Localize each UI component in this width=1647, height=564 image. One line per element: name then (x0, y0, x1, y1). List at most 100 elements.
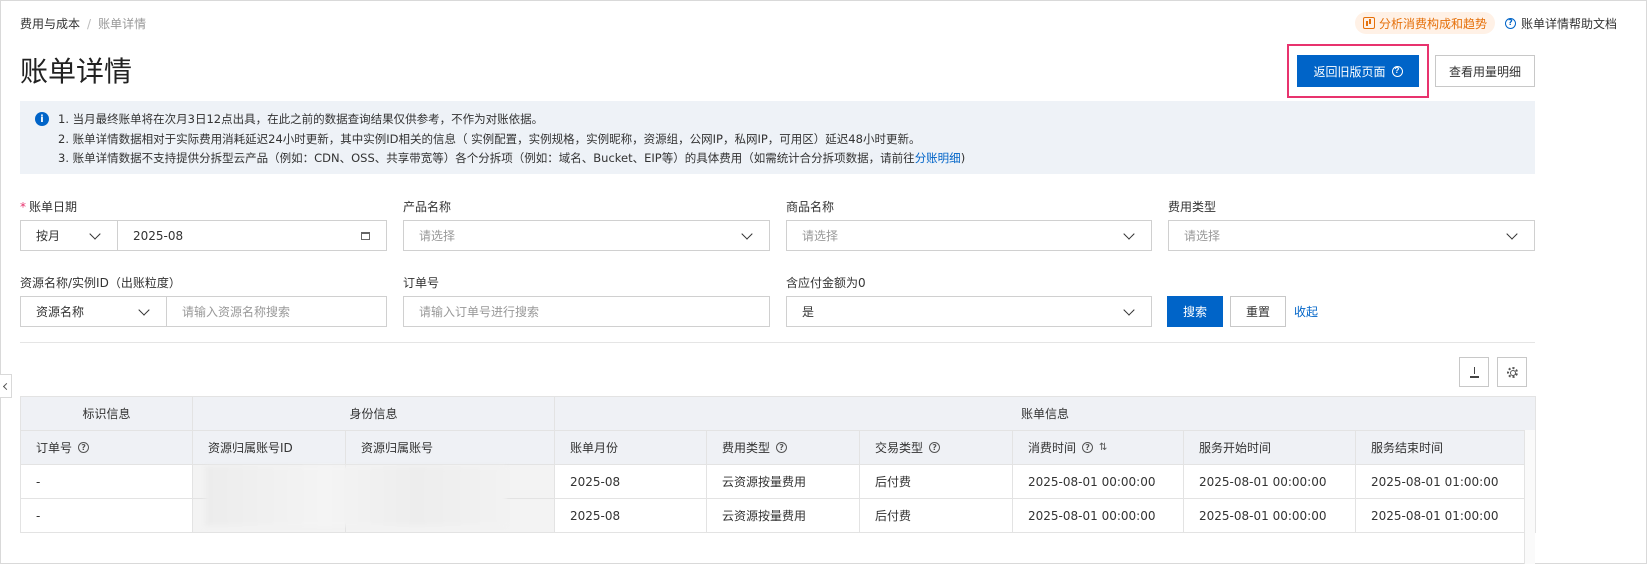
order-no-input[interactable]: 请输入订单号进行搜索 (403, 296, 770, 327)
breadcrumb-root-link[interactable]: 费用与成本 (20, 15, 80, 32)
divider (20, 342, 1535, 343)
cell-order-no: - (20, 498, 193, 533)
cost-type-select[interactable]: 请选择 (1168, 220, 1535, 251)
column-header-cost-type[interactable]: 费用类型? (706, 430, 861, 465)
help-doc-label: 账单详情帮助文档 (1520, 16, 1617, 31)
chevron-down-icon (1123, 303, 1135, 316)
cell-trade-type: 后付费 (859, 464, 1014, 499)
bill-date-field: 按月 2025-08 (20, 220, 387, 251)
info-icon: i (35, 112, 49, 126)
column-header-bill-month: 账单月份 (554, 430, 708, 465)
cell-service-end: 2025-08-01 01:00:00 (1355, 464, 1537, 499)
cell-service-end: 2025-08-01 01:00:00 (1355, 498, 1537, 533)
order-no-label: 订单号 (403, 276, 440, 290)
chevron-down-icon (741, 227, 753, 240)
resource-label: 资源名称/实例ID（出账粒度） (20, 276, 181, 290)
group-header-account: 身份信息 (191, 396, 556, 431)
zero-amount-select[interactable]: 是 (786, 296, 1152, 327)
resource-mode-select[interactable]: 资源名称 (21, 297, 167, 326)
help-icon: ? (776, 442, 788, 453)
help-icon: ? (1082, 442, 1094, 453)
breadcrumb: 费用与成本 / 账单详情 (20, 15, 146, 32)
column-header-account-id: 资源归属账号ID (192, 430, 346, 465)
group-header-bill: 账单信息 (554, 396, 1537, 431)
column-header-account: 资源归属账号 (344, 430, 556, 465)
notice-line-3-suffix: ) (960, 151, 966, 165)
cell-cost-type: 云资源按量费用 (706, 498, 861, 533)
column-header-service-end: 服务结束时间 (1355, 430, 1537, 465)
split-detail-link[interactable]: 分账明细 (915, 151, 961, 165)
bill-date-picker[interactable]: 2025-08 (118, 229, 361, 243)
top-links: 分析消费构成和趋势 ? 账单详情帮助文档 (1354, 12, 1617, 34)
breadcrumb-current: 账单详情 (98, 17, 147, 31)
product-name-select[interactable]: 请选择 (403, 220, 770, 251)
chevron-down-icon (1506, 227, 1518, 240)
chevron-down-icon (89, 227, 101, 240)
collapse-arrow-icon (2, 382, 11, 390)
cell-cost-type: 云资源按量费用 (706, 464, 861, 499)
chevron-down-icon (1123, 227, 1135, 240)
order-no-placeholder: 请输入订单号进行搜索 (419, 305, 540, 319)
chevron-down-icon (138, 303, 150, 316)
redacted-account-info (205, 466, 506, 526)
cell-consume-time: 2025-08-01 00:00:00 (1012, 464, 1185, 499)
product-name-placeholder: 请选择 (419, 229, 456, 243)
bill-date-mode-value: 按月 (36, 229, 61, 243)
product-name-label: 产品名称 (403, 200, 452, 214)
highlight-box: 返回旧版页面 ? (1287, 44, 1429, 98)
notice-line-3-text: 3. 账单详情数据不支持提供分拆型云产品（例如：CDN、OSS、共享带宽等）各个… (58, 151, 915, 165)
commodity-name-label: 商品名称 (786, 200, 835, 214)
cell-bill-month: 2025-08 (554, 464, 708, 499)
help-doc-link[interactable]: ? 账单详情帮助文档 (1504, 15, 1617, 32)
reset-button[interactable]: 重置 (1230, 296, 1286, 327)
search-button[interactable]: 搜索 (1167, 296, 1223, 327)
cell-service-start: 2025-08-01 00:00:00 (1183, 464, 1357, 499)
chart-icon (1362, 17, 1375, 29)
settings-gear-icon (1506, 366, 1518, 378)
resource-field: 资源名称 请输入资源名称搜索 (20, 296, 387, 327)
collapse-link[interactable]: 收起 (1294, 303, 1318, 320)
column-header-order-no[interactable]: 订单号? (20, 430, 193, 465)
calendar-icon[interactable] (361, 231, 370, 240)
table-settings-button[interactable] (1497, 357, 1527, 387)
cell-trade-type: 后付费 (859, 498, 1014, 533)
download-button[interactable] (1459, 357, 1489, 387)
notice-line-2: 2. 账单详情数据相对于实际费用消耗延迟24小时更新，其中实例ID相关的信息（ … (58, 131, 921, 146)
bill-date-mode-select[interactable]: 按月 (21, 221, 118, 250)
zero-amount-label: 含应付金额为0 (786, 276, 866, 290)
group-header-identity: 标识信息 (20, 396, 193, 431)
sort-icon[interactable]: ⇅ (1099, 442, 1107, 453)
help-icon: ? (929, 442, 941, 453)
resource-mode-value: 资源名称 (36, 305, 85, 319)
back-to-old-version-button[interactable]: 返回旧版页面 ? (1297, 55, 1419, 87)
cell-bill-month: 2025-08 (554, 498, 708, 533)
page-title: 账单详情 (20, 55, 133, 88)
commodity-name-select[interactable]: 请选择 (786, 220, 1152, 251)
side-panel-toggle[interactable] (0, 374, 12, 398)
notice-line-1: 1. 当月最终账单将在次月3日12点出具，在此之前的数据查询结果仅供参考，不作为… (58, 112, 544, 126)
cell-consume-time: 2025-08-01 00:00:00 (1012, 498, 1185, 533)
notice-banner: i 1. 当月最终账单将在次月3日12点出具，在此之前的数据查询结果仅供参考，不… (20, 101, 1535, 174)
breadcrumb-separator: / (87, 16, 92, 31)
bill-date-label: * 账单日期 (20, 200, 78, 214)
download-icon (1469, 366, 1479, 378)
cell-order-no: - (20, 464, 193, 499)
resource-search-input[interactable]: 请输入资源名称搜索 (167, 303, 386, 320)
column-header-consume-time[interactable]: 消费时间? ⇅ (1012, 430, 1185, 465)
cost-type-label: 费用类型 (1168, 200, 1217, 214)
table-scrollbar[interactable] (1524, 430, 1535, 564)
help-icon: ? (1504, 17, 1516, 29)
column-header-trade-type[interactable]: 交易类型? (859, 430, 1014, 465)
analyze-trend-button[interactable]: 分析消费构成和趋势 (1354, 12, 1495, 34)
commodity-name-placeholder: 请选择 (802, 229, 839, 243)
cell-service-start: 2025-08-01 00:00:00 (1183, 498, 1357, 533)
view-usage-detail-button[interactable]: 查看用量明细 (1435, 55, 1535, 87)
help-icon: ? (78, 442, 90, 453)
notice-line-3: 3. 账单详情数据不支持提供分拆型云产品（例如：CDN、OSS、共享带宽等）各个… (58, 149, 965, 169)
cost-type-placeholder: 请选择 (1184, 229, 1221, 243)
help-icon: ? (1391, 65, 1403, 77)
analyze-trend-label: 分析消费构成和趋势 (1378, 16, 1487, 31)
back-to-old-version-label: 返回旧版页面 (1313, 64, 1386, 79)
column-header-service-start: 服务开始时间 (1183, 430, 1357, 465)
zero-amount-value: 是 (802, 305, 815, 319)
